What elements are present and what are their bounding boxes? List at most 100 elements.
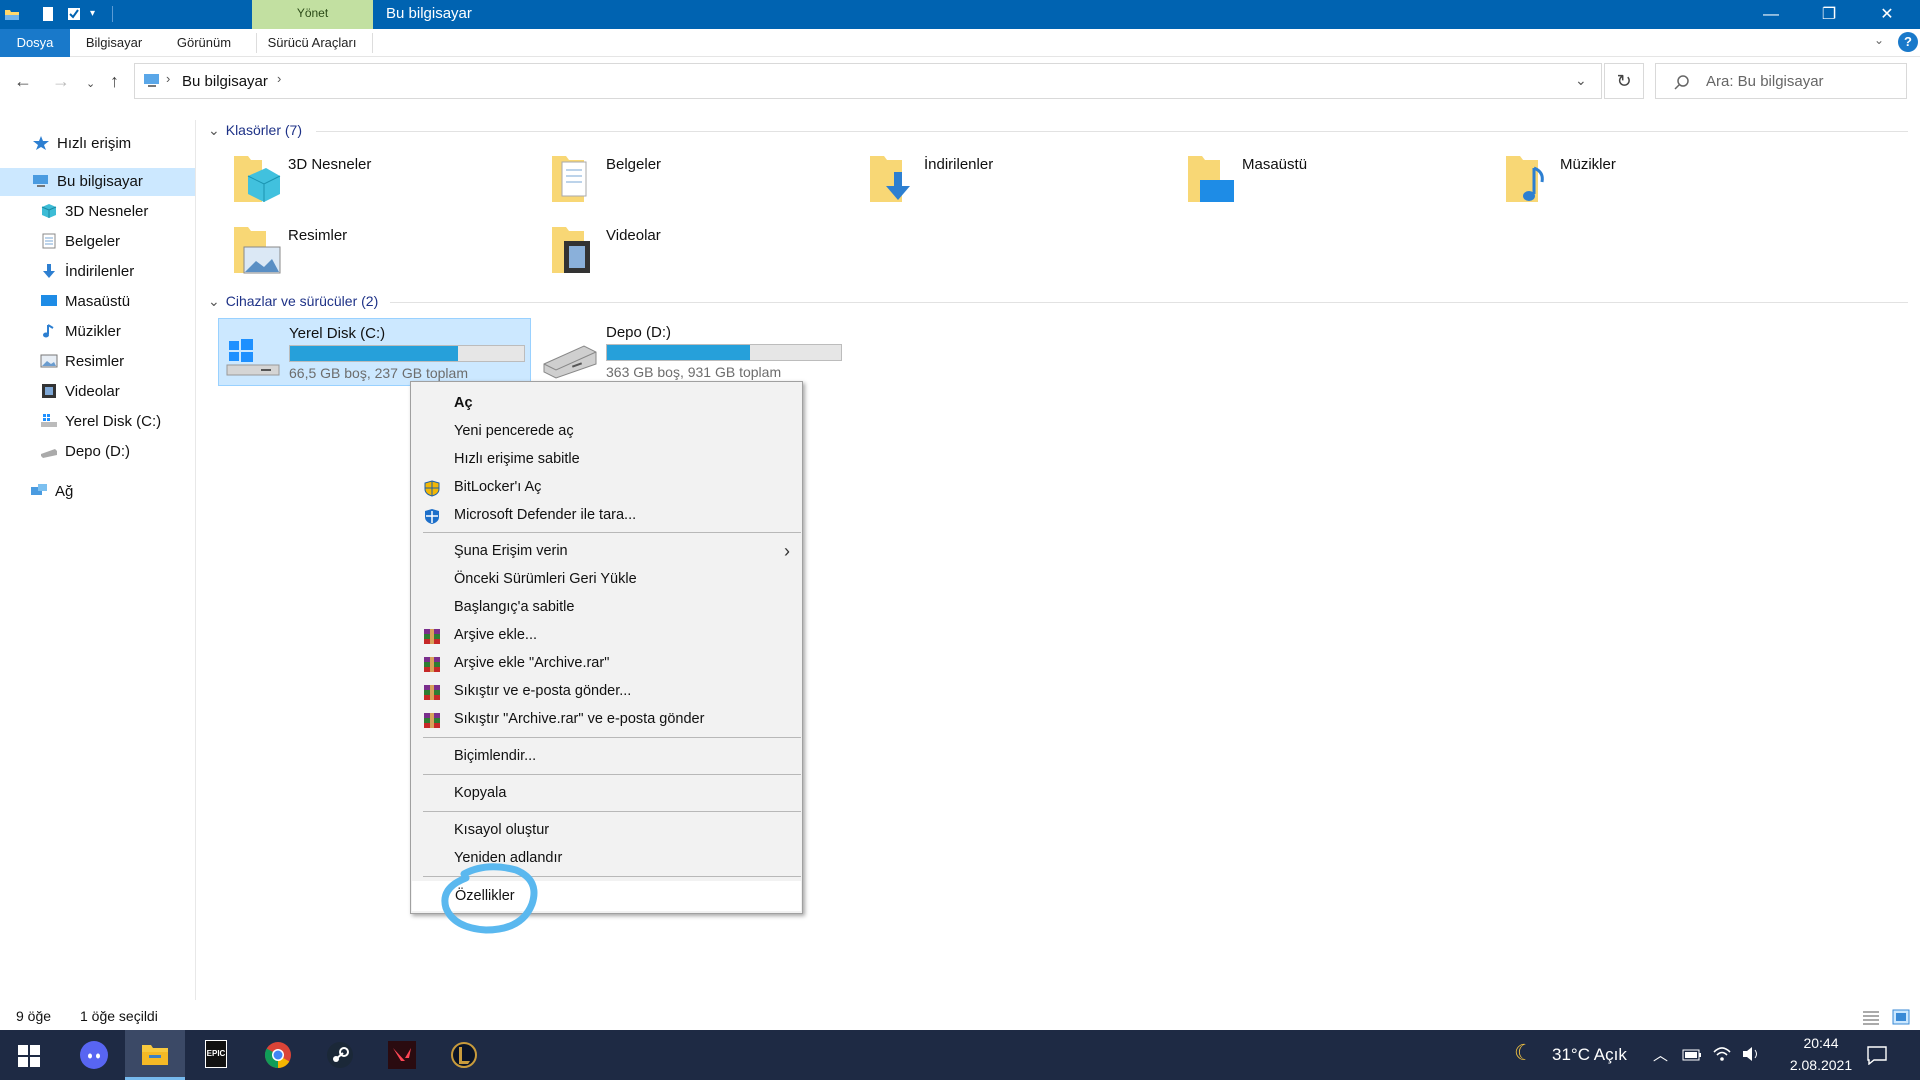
collapse-chevron-icon[interactable]: ⌄ (208, 293, 220, 309)
sidebar-item-label: Hızlı erişim (57, 135, 132, 152)
address-bar[interactable]: › Bu bilgisayar › ⌄ (134, 63, 1602, 99)
folder-3d-objects[interactable]: 3D Nesneler (232, 150, 532, 216)
back-arrow-icon[interactable]: ← (14, 71, 32, 92)
drive-name: Depo (D:) (606, 324, 672, 341)
folder-desktop[interactable]: Masaüstü (1186, 150, 1486, 216)
sidebar-item-desktop[interactable]: Masaüstü (40, 288, 130, 316)
chrome-taskbar-icon[interactable] (248, 1030, 308, 1080)
menu-item-copy[interactable]: Kopyala (411, 780, 802, 807)
restore-button[interactable]: ❐ (1800, 0, 1858, 29)
file-explorer-taskbar-icon[interactable] (125, 1030, 185, 1080)
menu-item-open-new-window[interactable]: Yeni pencerede aç (411, 418, 802, 445)
checkmark-quick-icon[interactable] (66, 6, 82, 22)
menu-item-compress-rar-email[interactable]: Sıkıştır "Archive.rar" ve e-posta gönder (411, 706, 802, 733)
folder-music[interactable]: Müzikler (1504, 150, 1804, 216)
sidebar-item-storage-d[interactable]: Depo (D:) (40, 438, 130, 466)
menu-item-compress-email[interactable]: Sıkıştır ve e-posta gönder... (411, 678, 802, 705)
tab-drive-tools[interactable]: Sürücü Araçları (262, 29, 362, 57)
devices-group-header[interactable]: ⌄ Cihazlar ve sürücüler (2) (208, 293, 378, 310)
sidebar-item-local-disk-c[interactable]: Yerel Disk (C:) (40, 408, 161, 436)
volume-icon[interactable] (1742, 1046, 1762, 1062)
battery-icon[interactable] (1682, 1048, 1702, 1062)
customize-quick-access-icon[interactable]: ▾ (90, 6, 106, 22)
sidebar-item-network[interactable]: Ağ (30, 478, 73, 506)
menu-item-pin-quick-access[interactable]: Hızlı erişime sabitle (411, 446, 802, 473)
windows-drive-icon (226, 339, 280, 376)
winrar-icon (424, 657, 440, 672)
drive-storage-d[interactable]: Depo (D:) 363 GB boş, 931 GB toplam (536, 318, 849, 386)
menu-item-create-shortcut[interactable]: Kısayol oluştur (411, 817, 802, 844)
tab-computer[interactable]: Bilgisayar (78, 29, 150, 57)
sidebar-item-quick-access[interactable]: Hızlı erişim (32, 130, 192, 158)
minimize-button[interactable]: — (1742, 0, 1800, 29)
help-icon[interactable]: ? (1898, 32, 1918, 52)
menu-item-defender-scan[interactable]: Microsoft Defender ile tara... (411, 502, 802, 529)
moon-weather-icon[interactable]: ☾ (1514, 1040, 1534, 1066)
menu-item-label: Arşive ekle "Archive.rar" (454, 655, 610, 671)
manage-contextual-tab[interactable]: Yönet (252, 0, 373, 29)
wifi-icon[interactable] (1712, 1044, 1732, 1064)
menu-item-pin-to-start[interactable]: Başlangıç'a sabitle (411, 594, 802, 621)
drive-usage-bar (289, 345, 525, 362)
menu-item-open[interactable]: Aç (411, 390, 802, 417)
large-icons-view-icon[interactable] (1892, 1009, 1910, 1025)
folder-documents[interactable]: Belgeler (550, 150, 850, 216)
sidebar-item-videos[interactable]: Videolar (40, 378, 120, 406)
search-box[interactable]: Ara: Bu bilgisayar (1655, 63, 1907, 99)
menu-item-format[interactable]: Biçimlendir... (411, 743, 802, 770)
up-arrow-icon[interactable]: ↑ (110, 71, 119, 92)
league-of-legends-taskbar-icon[interactable] (434, 1030, 494, 1080)
sidebar-item-label: Depo (D:) (65, 443, 131, 460)
menu-item-add-to-archive-rar[interactable]: Arşive ekle "Archive.rar" (411, 650, 802, 677)
sidebar-item-pictures[interactable]: Resimler (40, 348, 124, 376)
sidebar-item-this-pc[interactable]: Bu bilgisayar (0, 168, 195, 196)
address-dropdown-chevron-icon[interactable]: ⌄ (1575, 72, 1587, 89)
clock-time[interactable]: 20:44 (1790, 1035, 1852, 1051)
folder-pictures[interactable]: Resimler (232, 221, 532, 287)
breadcrumb-chevron-icon[interactable]: › (166, 71, 170, 86)
tab-view[interactable]: Görünüm (170, 29, 238, 57)
steam-taskbar-icon[interactable] (310, 1030, 370, 1080)
sidebar-item-label: Masaüstü (65, 293, 131, 310)
sidebar-item-3d-objects[interactable]: 3D Nesneler (40, 198, 148, 226)
forward-arrow-icon[interactable]: → (52, 71, 70, 92)
folders-header-label: Klasörler (7) (225, 122, 302, 138)
folder-downloads-icon (870, 156, 910, 202)
menu-item-restore-previous-versions[interactable]: Önceki Sürümleri Geri Yükle (411, 566, 802, 593)
folders-group-header[interactable]: ⌄ Klasörler (7) (208, 122, 302, 139)
expand-ribbon-chevron-icon[interactable]: ⌄ (1874, 33, 1884, 47)
menu-item-label: Arşive ekle... (454, 627, 537, 643)
clock-date[interactable]: 2.08.2021 (1778, 1057, 1864, 1073)
details-view-icon[interactable] (1862, 1009, 1880, 1025)
sidebar-item-downloads[interactable]: İndirilenler (40, 258, 134, 286)
menu-item-give-access[interactable]: Şuna Erişim verin › (411, 538, 802, 565)
breadcrumb-chevron-icon[interactable]: › (277, 71, 281, 86)
epic-games-taskbar-icon[interactable]: EPIC (186, 1030, 246, 1080)
menu-item-bitlocker[interactable]: BitLocker'ı Aç (411, 474, 802, 501)
menu-item-add-to-archive[interactable]: Arşive ekle... (411, 622, 802, 649)
valorant-taskbar-icon[interactable] (372, 1030, 432, 1080)
navigation-pane: Hızlı erişim Bu bilgisayar 3D Nesneler B… (0, 120, 196, 1000)
music-icon (43, 324, 54, 338)
sidebar-item-label: Ağ (55, 483, 74, 500)
refresh-icon[interactable]: ↻ (1604, 63, 1644, 99)
notification-center-icon[interactable] (1866, 1045, 1888, 1065)
drive-local-disk-c[interactable]: Yerel Disk (C:) 66,5 GB boş, 237 GB topl… (218, 318, 531, 386)
sidebar-item-documents[interactable]: Belgeler (40, 228, 120, 256)
recent-locations-chevron-icon[interactable]: ⌄ (86, 77, 95, 90)
menu-separator (423, 774, 801, 775)
windows-start-icon[interactable] (18, 1045, 40, 1067)
close-button[interactable]: ✕ (1858, 0, 1916, 29)
folder-downloads[interactable]: İndirilenler (868, 150, 1168, 216)
tab-file[interactable]: Dosya (0, 29, 70, 57)
folder-videos[interactable]: Videolar (550, 221, 850, 287)
discord-taskbar-icon[interactable] (64, 1030, 124, 1080)
breadcrumb-this-pc[interactable]: Bu bilgisayar (182, 73, 268, 90)
collapse-chevron-icon[interactable]: ⌄ (208, 122, 220, 138)
properties-quick-icon[interactable] (40, 6, 56, 22)
sidebar-item-music[interactable]: Müzikler (40, 318, 121, 346)
search-input[interactable]: Ara: Bu bilgisayar (1706, 73, 1824, 90)
menu-item-label: Sıkıştır ve e-posta gönder... (454, 683, 632, 699)
weather-text[interactable]: 31°C Açık (1552, 1045, 1627, 1065)
show-hidden-icons-chevron-icon[interactable]: ︿ (1653, 1044, 1668, 1065)
